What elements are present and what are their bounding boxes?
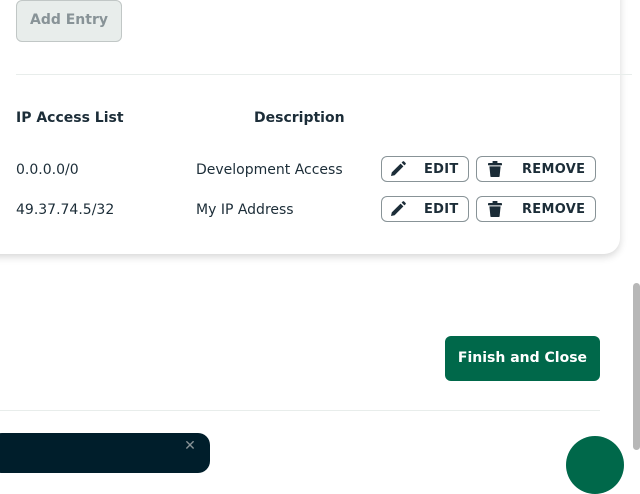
edit-button[interactable]: EDIT bbox=[381, 156, 469, 182]
description-header: Description bbox=[254, 110, 345, 126]
scrollbar-thumb[interactable] bbox=[633, 283, 640, 450]
add-entry-button[interactable]: Add Entry bbox=[16, 0, 122, 42]
edit-label: EDIT bbox=[424, 161, 459, 177]
edit-label: EDIT bbox=[424, 201, 459, 217]
remove-button[interactable]: REMOVE bbox=[476, 156, 596, 182]
trash-icon bbox=[486, 160, 504, 178]
description-cell: Development Access bbox=[196, 162, 343, 178]
pencil-icon bbox=[389, 160, 407, 178]
trash-icon bbox=[486, 200, 504, 218]
toast-notification bbox=[0, 433, 210, 473]
divider bbox=[0, 410, 600, 411]
close-icon[interactable]: ✕ bbox=[182, 441, 198, 450]
remove-label: REMOVE bbox=[522, 201, 586, 217]
ip-access-list-header: IP Access List bbox=[16, 110, 124, 126]
chat-fab-button[interactable] bbox=[566, 436, 624, 494]
remove-button[interactable]: REMOVE bbox=[476, 196, 596, 222]
divider bbox=[16, 74, 640, 75]
remove-label: REMOVE bbox=[522, 161, 586, 177]
ip-address-cell: 0.0.0.0/0 bbox=[16, 162, 79, 178]
ip-address-cell: 49.37.74.5/32 bbox=[16, 202, 115, 218]
description-cell: My IP Address bbox=[196, 202, 294, 218]
finish-and-close-button[interactable]: Finish and Close bbox=[445, 336, 600, 381]
edit-button[interactable]: EDIT bbox=[381, 196, 469, 222]
pencil-icon bbox=[389, 200, 407, 218]
